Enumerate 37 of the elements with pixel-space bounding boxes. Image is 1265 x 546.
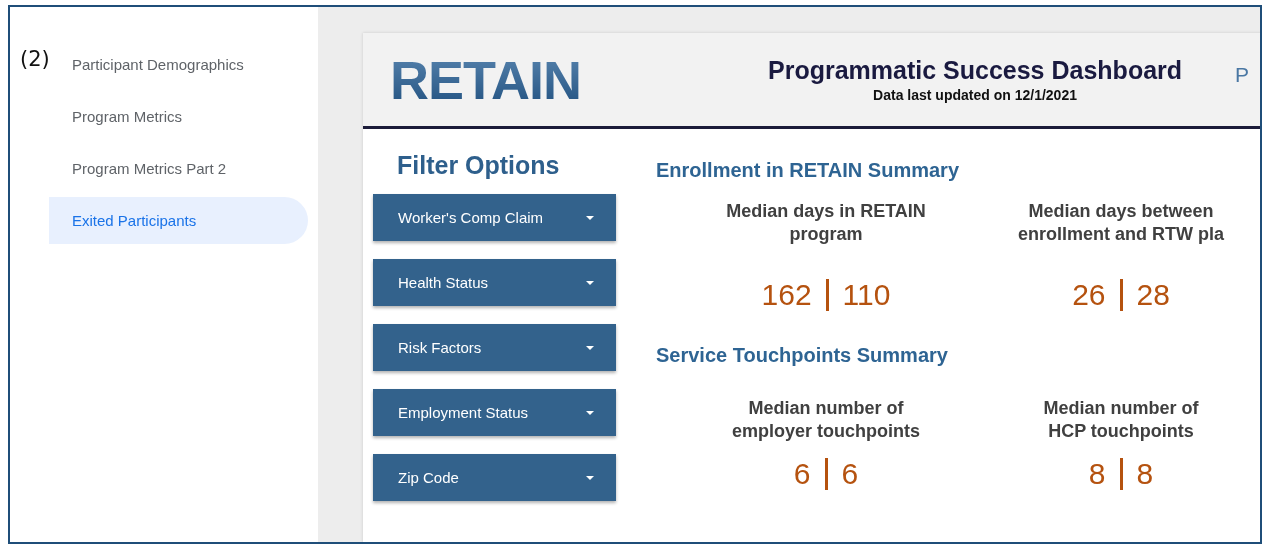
filter-dropdown[interactable]: Worker's Comp Claim — [373, 194, 616, 241]
metric-value: 8 — [1088, 457, 1106, 491]
sidebar-item[interactable]: Program Metrics Part 2 — [49, 145, 308, 192]
caret-icon — [586, 345, 594, 350]
update-date: Data last updated on 12/1/2021 — [873, 87, 1077, 103]
value-divider — [824, 458, 828, 490]
filter-title: Filter Options — [397, 151, 561, 180]
caret-icon — [586, 215, 594, 220]
sidebar-item[interactable]: Program Metrics — [49, 93, 308, 140]
metric-label: Median number of employer touchpoints — [732, 397, 920, 443]
caret-icon — [586, 475, 594, 480]
metric-value: 6 — [793, 457, 811, 491]
metric-value: 26 — [1072, 278, 1106, 312]
metric-label: Median days between enrollment and RTW pla — [1018, 200, 1224, 246]
section-title: Enrollment in RETAIN Summary — [656, 159, 960, 182]
dashboard-title: Programmatic Success Dashboard — [768, 56, 1183, 85]
value-divider — [1119, 279, 1123, 311]
metric-label: Median number of HCP touchpoints — [1043, 397, 1199, 443]
metric-value: 28 — [1136, 278, 1170, 312]
metric-value: 6 — [841, 457, 859, 491]
section-title: Service Touchpoints Summary — [656, 344, 949, 367]
caret-icon — [586, 410, 594, 415]
metric-value: 8 — [1136, 457, 1154, 491]
sidebar-item[interactable]: Participant Demographics — [49, 41, 308, 88]
filter-dropdown[interactable]: Employment Status — [373, 389, 616, 436]
value-divider — [825, 279, 829, 311]
metric-value: 162 — [761, 278, 812, 312]
nav-link[interactable]: P — [1235, 63, 1249, 87]
filter-dropdown[interactable]: Risk Factors — [373, 324, 616, 371]
metric-value: 110 — [842, 278, 891, 312]
filter-dropdown[interactable]: Zip Code — [373, 454, 616, 501]
caret-icon — [586, 280, 594, 285]
metric-label: Median days in RETAIN program — [726, 200, 926, 246]
value-divider — [1119, 458, 1123, 490]
filter-dropdown[interactable]: Health Status — [373, 259, 616, 306]
sidebar-item[interactable]: Exited Participants — [49, 197, 308, 244]
figure-label: (2) — [20, 47, 50, 71]
